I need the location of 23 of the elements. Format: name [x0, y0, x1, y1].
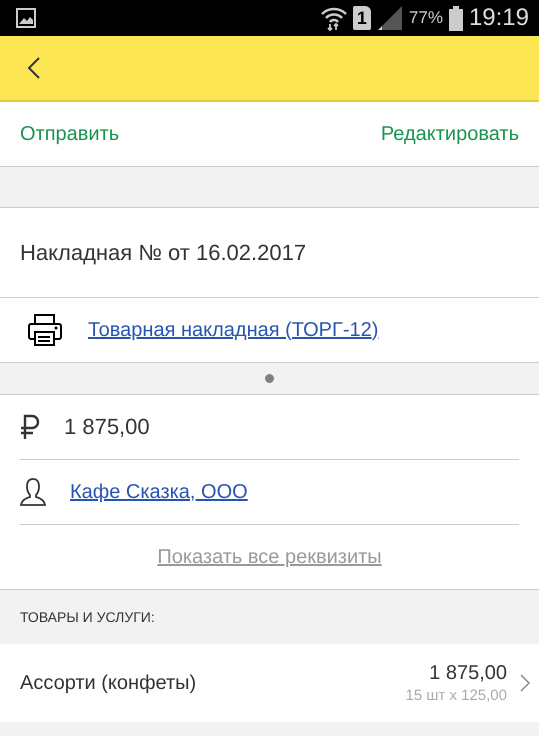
printer-icon — [28, 314, 62, 346]
battery-icon — [448, 6, 463, 30]
send-button[interactable]: Отправить — [20, 122, 120, 146]
picture-icon — [16, 8, 36, 28]
page-indicator-dot — [265, 374, 274, 383]
wifi-icon — [320, 5, 347, 31]
product-quantity: 15 шт х 125,00 — [406, 687, 507, 704]
amount-value: 1 875,00 — [64, 414, 150, 440]
edit-button[interactable]: Редактировать — [380, 122, 519, 146]
clock: 19:19 — [468, 4, 529, 32]
customer-link[interactable]: Кафе Сказка, ООО — [70, 480, 248, 504]
section-heading: ТОВАРЫ И УСЛУГИ: — [19, 608, 156, 627]
product-total: 1 875,00 — [429, 662, 507, 685]
battery-level: 77% — [408, 8, 443, 28]
person-icon — [20, 477, 46, 507]
product-name: Ассорти (конфеты) — [20, 672, 198, 694]
print-form-link[interactable]: Товарная накладная (ТОРГ-12) — [88, 318, 378, 342]
signal-icon — [376, 6, 403, 30]
ruble-icon — [20, 414, 40, 440]
sim-icon: 1 — [352, 6, 371, 30]
chevron-icon — [519, 673, 531, 693]
document-title: Накладная № от 16.02.2017 — [0, 208, 539, 298]
product-row[interactable]: Ассорти (конфеты) 1 875,00 15 шт х 125,00 — [0, 644, 539, 722]
